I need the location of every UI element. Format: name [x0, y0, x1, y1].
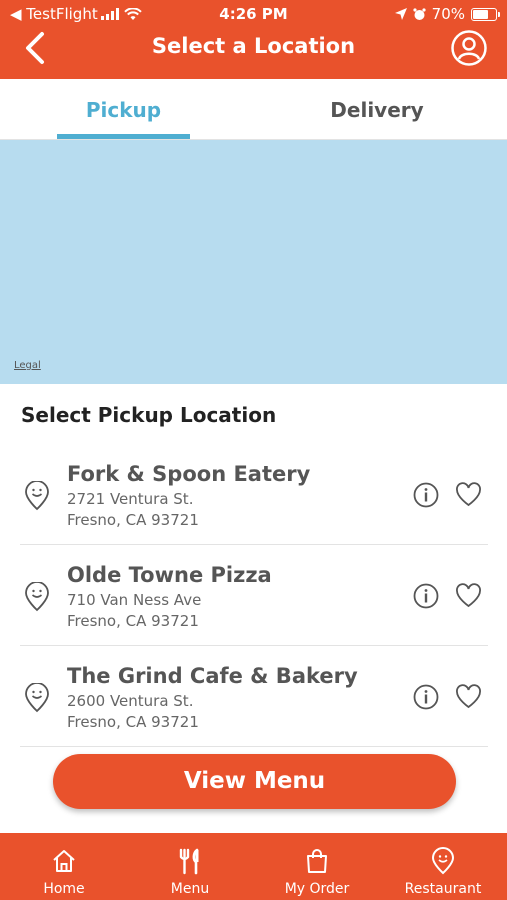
- smiley-pin-icon: [25, 582, 49, 612]
- fulfillment-tabs: Pickup Delivery: [0, 79, 507, 140]
- map-view[interactable]: Legal: [0, 140, 507, 384]
- location-item[interactable]: The Grind Cafe & Bakery 2600 Ventura St.…: [0, 646, 507, 747]
- top-bar: ◀ TestFlight 4:26 PM 70% Select a Locati…: [0, 0, 507, 79]
- location-address-line2: Fresno, CA 93721: [67, 713, 199, 731]
- nav-home-label: Home: [43, 881, 85, 897]
- location-name: Olde Towne Pizza: [67, 563, 272, 587]
- battery-level: [473, 9, 488, 19]
- nav-restaurant-label: Restaurant: [404, 881, 482, 897]
- location-address-line1: 2600 Ventura St.: [67, 692, 194, 710]
- nav-restaurant[interactable]: Restaurant: [393, 833, 493, 900]
- tab-pickup[interactable]: Pickup: [57, 79, 190, 140]
- location-name: Fork & Spoon Eatery: [67, 462, 311, 486]
- location-item[interactable]: Olde Towne Pizza 710 Van Ness Ave Fresno…: [0, 545, 507, 646]
- location-arrow-icon: [394, 8, 407, 20]
- page-title: Select a Location: [151, 34, 356, 58]
- status-right: 70%: [394, 5, 500, 23]
- map-legal-link[interactable]: Legal: [14, 360, 41, 371]
- tab-delivery[interactable]: Delivery: [310, 79, 444, 140]
- battery-percent: 70%: [431, 5, 465, 23]
- location-list: Fork & Spoon Eatery 2721 Ventura St. Fre…: [0, 444, 507, 747]
- fork-knife-icon: [179, 848, 199, 875]
- battery-icon: [471, 7, 500, 21]
- nav-my-order-label: My Order: [284, 881, 350, 897]
- location-address-line2: Fresno, CA 93721: [67, 511, 199, 529]
- nav-menu[interactable]: Menu: [140, 833, 240, 900]
- nav-menu-label: Menu: [170, 881, 210, 897]
- location-address-line1: 710 Van Ness Ave: [67, 591, 202, 609]
- heart-icon[interactable]: [455, 482, 482, 507]
- smiley-pin-icon: [25, 683, 49, 713]
- home-icon: [53, 850, 75, 872]
- location-address-line1: 2721 Ventura St.: [67, 490, 194, 508]
- info-icon[interactable]: [413, 684, 439, 710]
- smiley-pin-icon: [25, 481, 49, 511]
- bottom-nav: Home Menu My Order Restaurant: [0, 833, 507, 900]
- location-address-line2: Fresno, CA 93721: [67, 612, 199, 630]
- view-menu-button[interactable]: View Menu: [53, 754, 456, 809]
- location-name: The Grind Cafe & Bakery: [67, 664, 358, 688]
- location-item[interactable]: Fork & Spoon Eatery 2721 Ventura St. Fre…: [0, 444, 507, 545]
- heart-icon[interactable]: [455, 684, 482, 709]
- profile-icon[interactable]: [450, 29, 488, 67]
- shopping-bag-icon: [307, 849, 327, 873]
- section-title: Select Pickup Location: [21, 403, 277, 427]
- info-icon[interactable]: [413, 583, 439, 609]
- alarm-clock-icon: [413, 7, 426, 20]
- location-pin-icon: [431, 847, 455, 875]
- info-icon[interactable]: [413, 482, 439, 508]
- status-bar: ◀ TestFlight 4:26 PM 70%: [0, 0, 507, 28]
- active-tab-indicator: [57, 134, 190, 139]
- nav-home[interactable]: Home: [14, 833, 114, 900]
- nav-my-order[interactable]: My Order: [267, 833, 367, 900]
- heart-icon[interactable]: [455, 583, 482, 608]
